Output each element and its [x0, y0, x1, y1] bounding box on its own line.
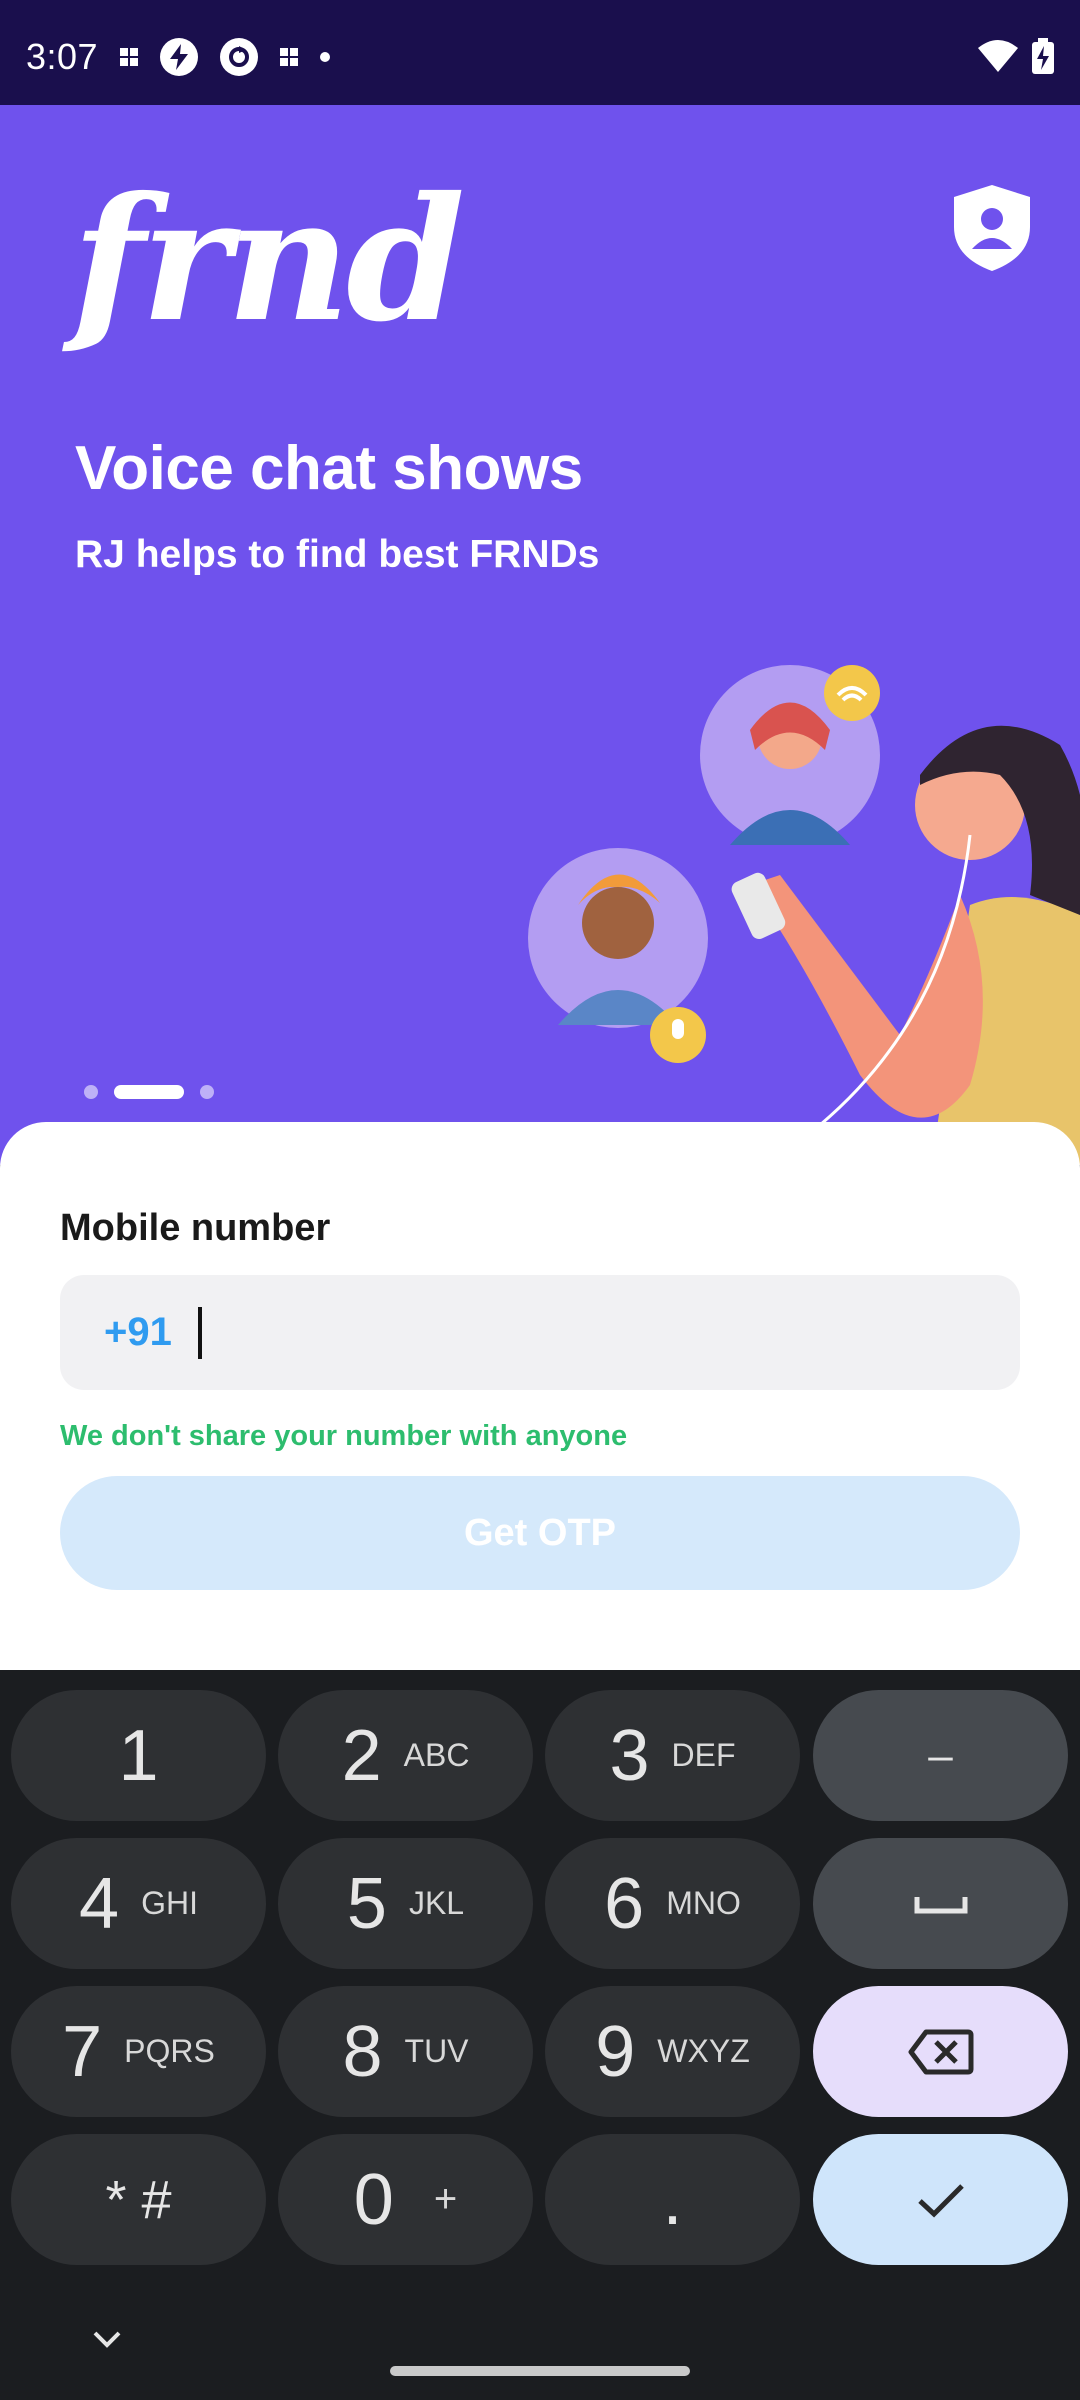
mobile-number-label: Mobile number	[60, 1207, 331, 1249]
country-code[interactable]: +91	[104, 1310, 172, 1355]
carousel-dot-active[interactable]	[114, 1085, 184, 1099]
bolt-circle-icon	[160, 38, 198, 76]
wifi-icon	[978, 40, 1018, 72]
key-star-hash[interactable]: * #	[11, 2134, 266, 2265]
status-time: 3:07	[26, 36, 99, 77]
status-notification-icons	[120, 38, 330, 76]
hero-subtitle: RJ helps to find best FRNDs	[75, 533, 600, 576]
login-sheet: Mobile number +91 We don't share your nu…	[0, 1122, 1080, 1670]
key-0[interactable]: 0 +	[278, 2134, 533, 2265]
backspace-icon	[908, 2029, 973, 2074]
hero-title: Voice chat shows	[75, 434, 583, 503]
small-grid-icon	[280, 48, 298, 66]
home-indicator[interactable]	[390, 2366, 690, 2376]
safety-shield-icon[interactable]	[950, 183, 1034, 273]
key-done[interactable]	[813, 2134, 1068, 2265]
onboarding-hero: frnd Voice chat shows RJ helps to find b…	[0, 105, 1080, 1165]
check-icon	[917, 2183, 964, 2217]
key-7[interactable]: 7 PQRS	[11, 1986, 266, 2117]
battery-charging-icon	[1032, 38, 1054, 74]
frnd-logo: frnd	[72, 160, 465, 360]
key-period[interactable]: .	[545, 2134, 800, 2265]
key-1[interactable]: 1	[11, 1690, 266, 1821]
key-4[interactable]: 4 GHI	[11, 1838, 266, 1969]
carousel-indicator	[84, 1085, 214, 1099]
text-cursor	[197, 1306, 202, 1359]
status-system-icons	[978, 38, 1054, 74]
key-backspace[interactable]	[813, 1986, 1068, 2117]
dot-icon	[320, 52, 330, 62]
small-grid-icon	[120, 48, 138, 66]
key-2[interactable]: 2 ABC	[278, 1690, 533, 1821]
keyboard-collapse-icon[interactable]	[92, 2330, 122, 2350]
status-bar: 3:07	[0, 0, 1080, 105]
carousel-dot[interactable]	[200, 1085, 214, 1099]
key-9[interactable]: 9 WXYZ	[545, 1986, 800, 2117]
key-dash[interactable]: –	[813, 1690, 1068, 1821]
key-space[interactable]	[813, 1838, 1068, 1969]
sync-circle-icon	[220, 38, 258, 76]
key-3[interactable]: 3 DEF	[545, 1690, 800, 1821]
space-icon	[914, 1896, 967, 1913]
key-6[interactable]: 6 MNO	[545, 1838, 800, 1969]
carousel-dot[interactable]	[84, 1085, 98, 1099]
privacy-note: We don't share your number with anyone	[60, 1420, 628, 1452]
mobile-number-field[interactable]: +91	[60, 1275, 1020, 1390]
numeric-keyboard: 1 2 ABC 3 DEF – 4 GHI 5 JKL 6 MNO 7 PQRS 8 TUV …	[0, 1670, 1080, 2400]
key-8[interactable]: 8 TUV	[278, 1986, 533, 2117]
get-otp-button[interactable]: Get OTP	[60, 1476, 1020, 1590]
key-5[interactable]: 5 JKL	[278, 1838, 533, 1969]
voice-chat-illustration	[528, 665, 1080, 1165]
